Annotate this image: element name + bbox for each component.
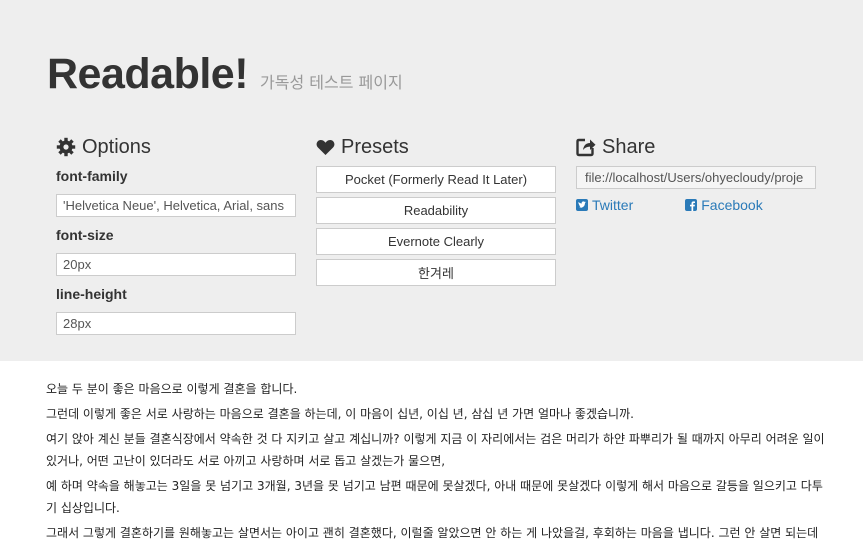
twitter-icon	[576, 199, 588, 211]
page-subtitle: 가독성 테스트 페이지	[260, 73, 403, 92]
gear-icon	[56, 137, 76, 157]
paragraph: 오늘 두 분이 좋은 마음으로 이렇게 결혼을 합니다.	[46, 382, 298, 396]
options-column: Options font-family 'Helvetica Neue', He…	[56, 134, 296, 343]
presets-heading-label: Presets	[341, 135, 409, 158]
line-height-input[interactable]: 28px	[56, 312, 296, 335]
page-title: Readable!	[47, 50, 249, 98]
preset-evernote-button[interactable]: Evernote Clearly	[316, 228, 556, 255]
title-row: Readable! 가독성 테스트 페이지	[47, 50, 403, 99]
share-heading: Share	[576, 134, 816, 160]
options-heading: Options	[56, 134, 296, 160]
preset-readability-button[interactable]: Readability	[316, 197, 556, 224]
preset-pocket-button[interactable]: Pocket (Formerly Read It Later)	[316, 166, 556, 193]
paragraph: 그런데 이렇게 좋은 서로 사랑하는 마음으로 결혼을 하는데, 이 마음이 십…	[46, 407, 634, 421]
facebook-link[interactable]: Facebook	[685, 195, 763, 215]
font-family-group: font-family 'Helvetica Neue', Helvetica,…	[56, 166, 296, 217]
options-heading-label: Options	[82, 135, 151, 158]
font-size-label: font-size	[56, 227, 114, 243]
article-content: 오늘 두 분이 좋은 마음으로 이렇게 결혼을 합니다. 그런데 이렇게 좋은 …	[46, 378, 826, 547]
presets-heading: Presets	[316, 134, 556, 160]
share-url-field[interactable]: file://localhost/Users/ohyecloudy/proje	[576, 166, 816, 189]
presets-column: Presets Pocket (Formerly Read It Later) …	[316, 134, 556, 290]
font-family-label: font-family	[56, 168, 128, 184]
facebook-link-label: Facebook	[701, 197, 763, 213]
line-height-group: line-height 28px	[56, 284, 296, 335]
options-panel: Readable! 가독성 테스트 페이지 Options font-famil…	[0, 0, 863, 361]
share-icon	[576, 138, 596, 157]
facebook-icon	[685, 199, 698, 211]
twitter-link-label: Twitter	[592, 197, 634, 213]
share-links: Twitter Facebook	[576, 195, 816, 215]
line-height-label: line-height	[56, 286, 127, 302]
font-family-input[interactable]: 'Helvetica Neue', Helvetica, Arial, sans	[56, 194, 296, 217]
twitter-link[interactable]: Twitter	[576, 195, 633, 215]
preset-hani-button[interactable]: 한겨레	[316, 259, 556, 286]
font-size-input[interactable]: 20px	[56, 253, 296, 276]
font-size-group: font-size 20px	[56, 225, 296, 276]
heart-icon	[316, 139, 335, 155]
share-heading-label: Share	[602, 135, 656, 158]
paragraph: 여기 앉아 계신 분들 결혼식장에서 약속한 것 다 지키고 살고 계십니까? …	[46, 432, 825, 468]
paragraph: 그래서 그렇게 결혼하기를 원해놓고는 살면서는 아이고 괜히 결혼했다, 이럴…	[46, 526, 819, 540]
paragraph: 예 하며 약속을 해놓고는 3일을 못 넘기고 3개월, 3년을 못 넘기고 남…	[46, 479, 823, 515]
share-column: Share file://localhost/Users/ohyecloudy/…	[576, 134, 816, 215]
